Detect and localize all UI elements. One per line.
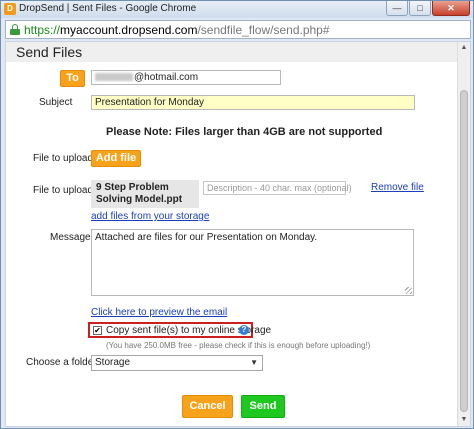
storage-free-note: (You have 250.0MB free - please check if…: [106, 341, 371, 350]
vertical-scrollbar[interactable]: ▲ ▼: [457, 42, 470, 426]
page-header: Send Files: [6, 42, 458, 62]
page-viewport: Send Files To @hotmail.com Subject Prese…: [5, 41, 471, 427]
window-controls: — □ ✕: [385, 1, 470, 18]
page-title: Send Files: [16, 44, 83, 60]
recipient-email-domain: @hotmail.com: [134, 72, 199, 83]
maximize-button[interactable]: □: [409, 1, 431, 16]
help-icon[interactable]: ?: [239, 325, 249, 335]
lock-icon: [10, 24, 20, 35]
add-files-from-storage-link[interactable]: add files from your storage: [91, 211, 209, 222]
url-path: /sendfile_flow/send.php#: [197, 23, 330, 37]
browser-window: D DropSend | Sent Files - Google Chrome …: [0, 0, 474, 429]
file-to-upload-label-2: File to upload: [33, 185, 94, 196]
url-scheme: https://: [24, 23, 61, 37]
copy-to-storage-option: ✔ Copy sent file(s) to my online storage…: [88, 322, 271, 338]
selected-file-name: 9 Step Problem Solving Model.ppt: [91, 180, 199, 208]
subject-label: Subject: [39, 97, 73, 108]
redacted-email-username: [95, 73, 133, 82]
close-button[interactable]: ✕: [432, 1, 470, 16]
resize-grip[interactable]: [405, 287, 412, 294]
message-text: Attached are files for our Presentation …: [95, 232, 318, 243]
minimize-button[interactable]: —: [386, 1, 408, 16]
description-field[interactable]: Description - 40 char. max (optional): [203, 181, 352, 195]
message-label: Message: [50, 232, 91, 243]
folder-select-value: Storage: [95, 357, 131, 368]
send-button[interactable]: Send: [241, 395, 285, 418]
dropdown-arrow-icon: ▼: [250, 358, 258, 367]
preview-email-link[interactable]: Click here to preview the email: [91, 307, 227, 318]
copy-to-storage-checkbox[interactable]: ✔: [93, 326, 102, 335]
recipient-email-field[interactable]: @hotmail.com: [91, 70, 281, 85]
folder-select[interactable]: Storage ▼: [91, 355, 263, 371]
file-to-upload-label-1: File to upload: [33, 153, 94, 164]
remove-file-link[interactable]: Remove file: [371, 182, 424, 193]
add-file-button[interactable]: Add file: [91, 150, 141, 167]
cancel-button[interactable]: Cancel: [182, 395, 233, 418]
message-textarea[interactable]: Attached are files for our Presentation …: [91, 229, 414, 296]
to-button[interactable]: To: [60, 70, 85, 87]
title-bar: D DropSend | Sent Files - Google Chrome …: [1, 1, 473, 18]
file-size-note: Please Note: Files larger than 4GB are n…: [106, 126, 383, 138]
scroll-down-arrow-icon[interactable]: ▼: [458, 414, 470, 426]
window-title: DropSend | Sent Files - Google Chrome: [19, 3, 197, 14]
dropsend-app-icon: D: [4, 3, 16, 15]
subject-field[interactable]: Presentation for Monday: [91, 95, 415, 110]
url-text[interactable]: https://myaccount.dropsend.com/sendfile_…: [24, 23, 330, 37]
scrollbar-thumb[interactable]: [460, 90, 468, 412]
url-host: myaccount.dropsend.com: [60, 23, 198, 37]
choose-folder-label: Choose a folder: [26, 357, 97, 368]
address-bar[interactable]: https://myaccount.dropsend.com/sendfile_…: [5, 20, 471, 39]
scroll-up-arrow-icon[interactable]: ▲: [458, 42, 470, 54]
